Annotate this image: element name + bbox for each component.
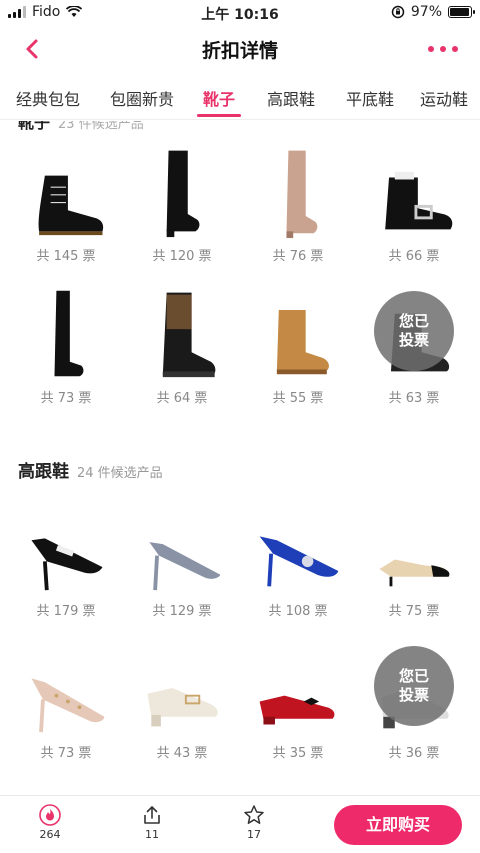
rotation-lock-icon	[391, 5, 405, 19]
heels-subtitle: 24 件候选产品	[77, 466, 163, 481]
vote-count: 共 145 票	[36, 249, 96, 264]
tab-4[interactable]: 平底鞋	[332, 74, 408, 119]
category-tabs: 经典包包 包圈新贵 靴子 高跟鞋 平底鞋 运动鞋	[0, 74, 480, 120]
heels-title: 高跟鞋	[18, 462, 69, 482]
product-card[interactable]: 共 43 票	[124, 628, 240, 770]
buy-now-button[interactable]: 立即购买	[334, 805, 462, 845]
vote-count: 共 179 票	[36, 604, 96, 619]
slingback-heel-image	[31, 538, 103, 591]
battery-fill	[450, 8, 470, 16]
share-count: 11	[145, 828, 159, 841]
like-count: 264	[39, 828, 61, 841]
product-card[interactable]: 共 75 票	[356, 486, 472, 628]
tall-boot-image	[54, 290, 84, 377]
like-button[interactable]: 264	[30, 804, 70, 841]
share-button[interactable]: 11	[132, 804, 172, 841]
buckle-boot-image	[385, 171, 453, 230]
favorite-button[interactable]: 17	[234, 804, 274, 841]
vote-count: 共 55 票	[272, 391, 324, 406]
over-knee-boot-image	[166, 150, 200, 238]
product-card[interactable]: 共 66 票	[356, 131, 472, 273]
combat-boot-image	[38, 175, 104, 236]
glitter-pump-image	[149, 542, 221, 591]
boots-grid: 共 145 票 共 120 票 共 76 票 共 66 票共 73 票 共 64 票 共 …	[8, 131, 472, 415]
sock-boot-image	[162, 292, 216, 378]
vote-count: 共 75 票	[388, 604, 440, 619]
flame-like-icon	[39, 804, 61, 826]
product-card[interactable]: 共 108 票	[240, 486, 356, 628]
vote-count: 共 66 票	[388, 249, 440, 264]
two-tone-slingback-image	[379, 559, 450, 587]
vote-count: 共 73 票	[40, 391, 92, 406]
more-dot	[440, 46, 446, 52]
heels-section-heading: 高跟鞋 24 件候选产品	[18, 457, 163, 482]
vote-count: 共 63 票	[388, 391, 440, 406]
page-title: 折扣详情	[201, 40, 278, 62]
share-icon	[144, 806, 160, 824]
vote-count: 共 36 票	[388, 746, 440, 761]
tab-2[interactable]: 靴子	[188, 74, 250, 119]
product-list[interactable]: 靴子 23 件候选产品 共 145 票共 120 票共 76 票共 66 票共 7…	[0, 121, 480, 795]
vote-count: 共 108 票	[268, 604, 328, 619]
more-dot	[452, 46, 458, 52]
more-dots-icon	[428, 46, 434, 52]
tab-1[interactable]: 包圈新贵	[96, 74, 188, 119]
bow-flat-image	[259, 695, 335, 725]
blue-pump-image	[259, 536, 339, 587]
ugg-boot-image	[276, 309, 329, 375]
voted-badge: 您已 投票	[374, 291, 454, 371]
vote-count: 共 120 票	[152, 249, 212, 264]
status-right: 97%	[391, 4, 475, 20]
loafer-heel-image	[147, 688, 218, 727]
star-icon	[244, 805, 264, 824]
battery-label: 97%	[410, 4, 442, 20]
status-bar: Fido 上午 10:16 97%	[0, 0, 480, 26]
tab-3[interactable]: 高跟鞋	[250, 74, 332, 119]
product-card[interactable]: 共 64 票	[124, 273, 240, 415]
nav-bar: 折扣详情	[0, 26, 480, 72]
tab-0[interactable]: 经典包包	[0, 74, 96, 119]
vote-count: 共 129 票	[152, 604, 212, 619]
vote-count: 共 64 票	[156, 391, 208, 406]
product-card[interactable]: 共 145 票	[8, 131, 124, 273]
product-card[interactable]: 共 73 票	[8, 628, 124, 770]
product-card[interactable]: 共 35 票	[240, 628, 356, 770]
studded-heel-image	[31, 678, 105, 733]
product-card[interactable]: 共 73 票	[8, 273, 124, 415]
bottom-bar: 264 11 17 立即购买	[0, 795, 480, 853]
product-card[interactable]: 共 120 票	[124, 131, 240, 273]
product-card[interactable]: 共 63 票 您已 投票	[356, 273, 472, 415]
more-button[interactable]	[428, 38, 458, 60]
product-card[interactable]: 共 129 票	[124, 486, 240, 628]
product-card[interactable]: 共 179 票	[8, 486, 124, 628]
vote-count: 共 76 票	[272, 249, 324, 264]
vote-count: 共 73 票	[40, 746, 92, 761]
tab-5[interactable]: 运动鞋	[408, 74, 480, 119]
voted-badge: 您已 投票	[374, 646, 454, 726]
vote-count: 共 35 票	[272, 746, 324, 761]
battery-icon	[448, 6, 475, 18]
vote-count: 共 43 票	[156, 746, 208, 761]
thigh-boot-image	[286, 150, 318, 239]
favorite-count: 17	[247, 828, 261, 841]
product-card[interactable]: 共 76 票	[240, 131, 356, 273]
product-card[interactable]: 共 36 票 您已 投票	[356, 628, 472, 770]
product-card[interactable]: 共 55 票	[240, 273, 356, 415]
heels-grid: 共 179 票 共 129 票 共 108 票 共 75 票共 73 票 共 43 票 共…	[8, 486, 472, 770]
